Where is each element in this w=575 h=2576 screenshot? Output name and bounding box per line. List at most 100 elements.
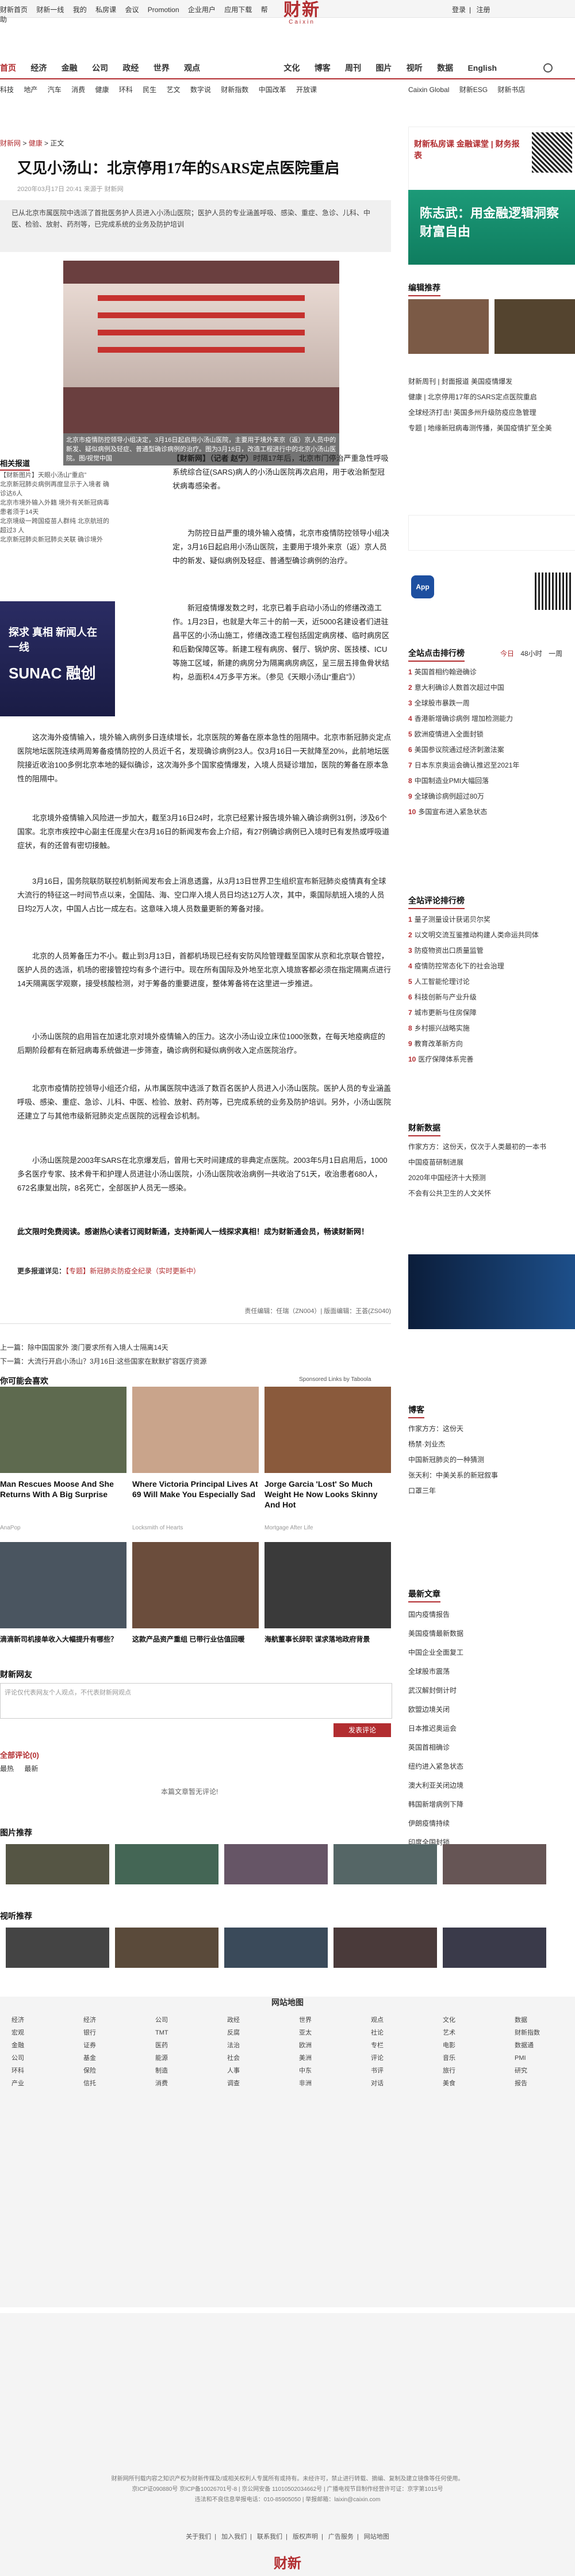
subnav-item[interactable]: 消费	[71, 86, 85, 94]
nav-economy[interactable]: 经济	[30, 62, 47, 74]
register-link[interactable]: 注册	[476, 6, 490, 14]
recommend-title-text[interactable]: 滴滴新司机接单收入大幅提升有哪些？	[0, 1634, 126, 1644]
subnav-item[interactable]: 科技	[0, 86, 14, 94]
tab-week[interactable]: 一周	[549, 650, 562, 658]
related-item[interactable]: 北京境级一跨国疫苗人群纯 北京航班的超过3 人	[0, 517, 115, 535]
latest-item[interactable]: 欧盟边境关闭	[408, 1700, 575, 1719]
data-banner-image[interactable]	[408, 1254, 575, 1329]
finance-data-item[interactable]: 作家方方：这份天，仅次于人类最初的一本书	[408, 1139, 575, 1155]
gallery-thumb[interactable]	[224, 1844, 328, 1884]
latest-item[interactable]: 全球股市震荡	[408, 1662, 575, 1681]
finance-data-item[interactable]: 不会有公共卫生的人文关怀	[408, 1186, 575, 1201]
editor-pick-thumb[interactable]	[494, 299, 575, 354]
tab-48h[interactable]: 48小时	[520, 650, 542, 658]
nav-opinion[interactable]: 观点	[184, 62, 200, 74]
latest-item[interactable]: 武汉解封倒计时	[408, 1681, 575, 1700]
subnav-item[interactable]: 数字说	[190, 86, 211, 94]
top-link[interactable]: Promotion	[148, 6, 179, 14]
gallery-thumb[interactable]	[115, 1844, 218, 1884]
recommend-title-text[interactable]: Jorge Garcia 'Lost' So Much Weight He No…	[264, 1479, 391, 1510]
gallery-thumb[interactable]	[115, 1928, 218, 1968]
subnav-item[interactable]: 地产	[24, 86, 37, 94]
gallery-thumb[interactable]	[443, 1928, 546, 1968]
breadcrumb-section[interactable]: 健康	[29, 139, 43, 147]
nav-blog[interactable]: 博客	[315, 62, 331, 74]
editor-pick-item[interactable]: 健康 | 北京停用17年的SARS定点医院重启	[408, 390, 575, 405]
subnav-item[interactable]: 健康	[95, 86, 109, 94]
app-ad[interactable]	[408, 515, 575, 551]
recommend-title-text[interactable]: Where Victoria Principal Lives At 69 Wil…	[132, 1479, 259, 1499]
top-link[interactable]: 应用下载	[224, 6, 252, 14]
latest-item[interactable]: 纽约进入紧急状态	[408, 1757, 575, 1776]
gallery-thumb[interactable]	[334, 1928, 437, 1968]
latest-item[interactable]: 美国疫情最新数据	[408, 1624, 575, 1643]
editor-pick-item[interactable]: 全球经济打击! 英国多州升级防疫应急管理	[408, 405, 575, 421]
login-link[interactable]: 登录	[452, 6, 466, 14]
related-item[interactable]: 【财新图片】天眼小汤山“重启”	[0, 471, 115, 480]
blog-item[interactable]: 口罩三年	[408, 1483, 575, 1499]
nav-home[interactable]: 首页	[0, 62, 16, 74]
gallery-thumb[interactable]	[224, 1928, 328, 1968]
nav-video[interactable]: 视听	[407, 62, 423, 74]
recommend-thumb[interactable]	[132, 1387, 259, 1473]
finance-data-item[interactable]: 2020年中国经济十大预测	[408, 1170, 575, 1186]
subnav-item[interactable]: 财新指数	[221, 86, 248, 94]
subnav-item[interactable]: 财新ESG	[459, 86, 488, 94]
top-link[interactable]: 企业用户	[188, 6, 216, 14]
nav-politics[interactable]: 政经	[122, 62, 139, 74]
blog-item[interactable]: 张天利：中美关系的新冠叙事	[408, 1468, 575, 1483]
recommend-title-text[interactable]: Man Rescues Moose And She Returns With A…	[0, 1479, 126, 1499]
blog-item[interactable]: 作家方方：这份天	[408, 1421, 575, 1437]
editor-pick-item[interactable]: 专题 | 地缘新冠病毒测传播，美国疫情扩至全美	[408, 421, 575, 436]
latest-item[interactable]: 澳大利亚关闭边境	[408, 1776, 575, 1795]
breadcrumb-site[interactable]: 财新网	[0, 139, 21, 147]
prev-article[interactable]: 上一篇：除中国国家外 澳门要求所有入境人士隔离14天	[0, 1341, 391, 1354]
subnav-item[interactable]: 环科	[119, 86, 133, 94]
nav-data[interactable]: 数据	[437, 62, 453, 74]
app-icon[interactable]: App	[411, 575, 434, 598]
subnav-item[interactable]: 财新书店	[497, 86, 525, 94]
tab-today[interactable]: 今日	[500, 650, 514, 658]
finance-data-item[interactable]: 中国疫苗研制进展	[408, 1155, 575, 1170]
subnav-item[interactable]: 艺文	[167, 86, 181, 94]
latest-item[interactable]: 伊朗疫情持续	[408, 1814, 575, 1833]
tab-new[interactable]: 最新	[24, 1765, 38, 1773]
nav-culture[interactable]: 文化	[283, 62, 300, 74]
recommend-thumb[interactable]	[132, 1542, 259, 1628]
latest-item[interactable]: 韩国新增病例下降	[408, 1795, 575, 1814]
recommend-thumb[interactable]	[0, 1387, 126, 1473]
subnav-item[interactable]: Caixin Global	[408, 86, 449, 94]
nav-english[interactable]: English	[467, 63, 497, 72]
related-item[interactable]: 北京新冠肺炎新冠肺炎关联 确诊境外	[0, 535, 115, 544]
site-logo[interactable]: 财新 Caixin	[270, 1, 334, 25]
subnav-item[interactable]: 民生	[143, 86, 156, 94]
latest-item[interactable]: 国内疫情报告	[408, 1605, 575, 1624]
nav-finance[interactable]: 金融	[62, 62, 78, 74]
subnav-item[interactable]: 中国改革	[259, 86, 286, 94]
tab-hot[interactable]: 最热	[0, 1765, 14, 1773]
next-article[interactable]: 下一篇：大流行开启小汤山？3月16日:这些国家在默默扩容医疗资源	[0, 1354, 391, 1368]
editor-pick-item[interactable]: 财新周刊 | 封面报道 美国疫情爆发	[408, 374, 575, 390]
nav-photo[interactable]: 图片	[375, 62, 392, 74]
gallery-thumb[interactable]	[443, 1844, 546, 1884]
top-link[interactable]: 我的	[73, 6, 87, 14]
left-ad[interactable]	[0, 601, 115, 716]
related-item[interactable]: 北京市境外输入外籍 境外有关新冠病毒患者须于14天	[0, 498, 115, 517]
sponsored-label[interactable]: Sponsored Links by Taboola	[299, 1376, 371, 1383]
gallery-thumb[interactable]	[6, 1844, 109, 1884]
comment-submit-button[interactable]: 发表评论	[334, 1723, 391, 1737]
recommend-thumb[interactable]	[0, 1542, 126, 1628]
latest-item[interactable]: 日本推迟奥运会	[408, 1719, 575, 1738]
latest-item[interactable]: 中国企业全面复工	[408, 1643, 575, 1662]
recommend-title-text[interactable]: 海航董事长辞职 谋求落地政府背景	[264, 1634, 391, 1644]
nav-world[interactable]: 世界	[154, 62, 170, 74]
top-link[interactable]: 财新首页	[0, 6, 28, 14]
subnav-item[interactable]: 开放课	[296, 86, 317, 94]
subnav-item[interactable]: 汽车	[48, 86, 62, 94]
more-reading-link[interactable]: 【专题】新冠肺炎防疫全纪录（实时更新中）	[66, 1267, 200, 1275]
nav-company[interactable]: 公司	[92, 62, 108, 74]
recommend-thumb[interactable]	[264, 1542, 391, 1628]
recommend-thumb[interactable]	[264, 1387, 391, 1473]
search-icon[interactable]	[543, 63, 553, 72]
related-item[interactable]: 北京新冠肺炎病例再度显示于入境者 确诊达6人	[0, 480, 115, 498]
